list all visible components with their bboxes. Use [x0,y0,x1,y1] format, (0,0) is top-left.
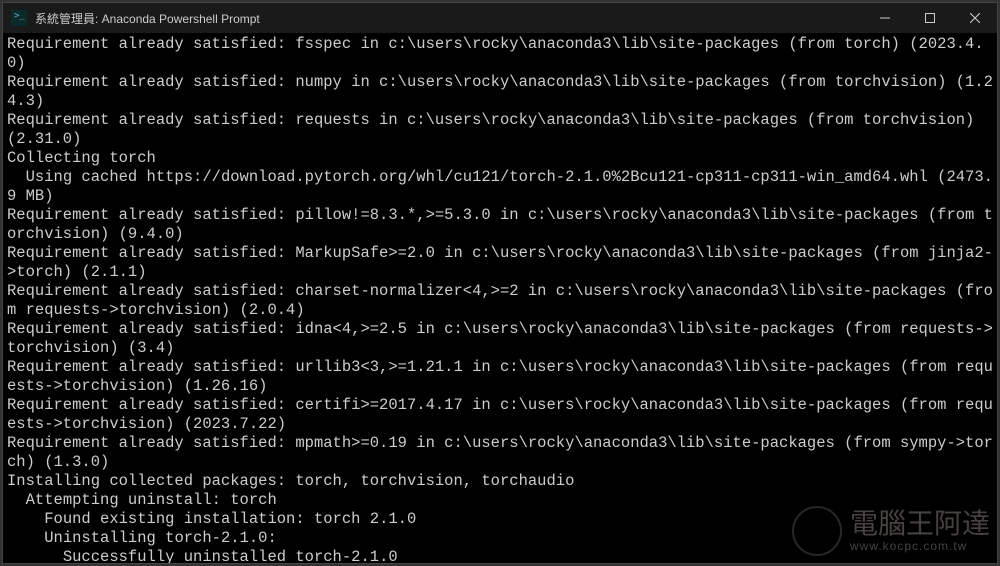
terminal-line: Requirement already satisfied: certifi>=… [7,396,993,434]
terminal-line: Requirement already satisfied: idna<4,>=… [7,320,993,358]
window-title: 系統管理員: Anaconda Powershell Prompt [35,10,862,27]
terminal-line: Attempting uninstall: torch [7,491,993,510]
terminal-line: Requirement already satisfied: MarkupSaf… [7,244,993,282]
window-controls [862,3,997,33]
terminal-line: Requirement already satisfied: requests … [7,111,993,149]
close-icon [970,13,980,23]
terminal-line: Uninstalling torch-2.1.0: [7,529,993,548]
app-icon [11,10,27,26]
terminal-line: Requirement already satisfied: mpmath>=0… [7,434,993,472]
terminal-line: Requirement already satisfied: fsspec in… [7,35,993,73]
terminal-output[interactable]: Requirement already satisfied: fsspec in… [3,33,997,563]
maximize-button[interactable] [907,3,952,33]
terminal-line: Successfully uninstalled torch-2.1.0 [7,548,993,563]
minimize-button[interactable] [862,3,907,33]
terminal-line: Collecting torch [7,149,993,168]
terminal-line: Requirement already satisfied: numpy in … [7,73,993,111]
terminal-line: Requirement already satisfied: urllib3<3… [7,358,993,396]
terminal-line: Requirement already satisfied: charset-n… [7,282,993,320]
terminal-line: Installing collected packages: torch, to… [7,472,993,491]
close-button[interactable] [952,3,997,33]
terminal-line: Found existing installation: torch 2.1.0 [7,510,993,529]
terminal-line: Using cached https://download.pytorch.or… [7,168,993,206]
maximize-icon [925,13,935,23]
minimize-icon [880,13,890,23]
terminal-window: 系統管理員: Anaconda Powershell Prompt Requir… [2,2,998,564]
terminal-line: Requirement already satisfied: pillow!=8… [7,206,993,244]
titlebar[interactable]: 系統管理員: Anaconda Powershell Prompt [3,3,997,33]
